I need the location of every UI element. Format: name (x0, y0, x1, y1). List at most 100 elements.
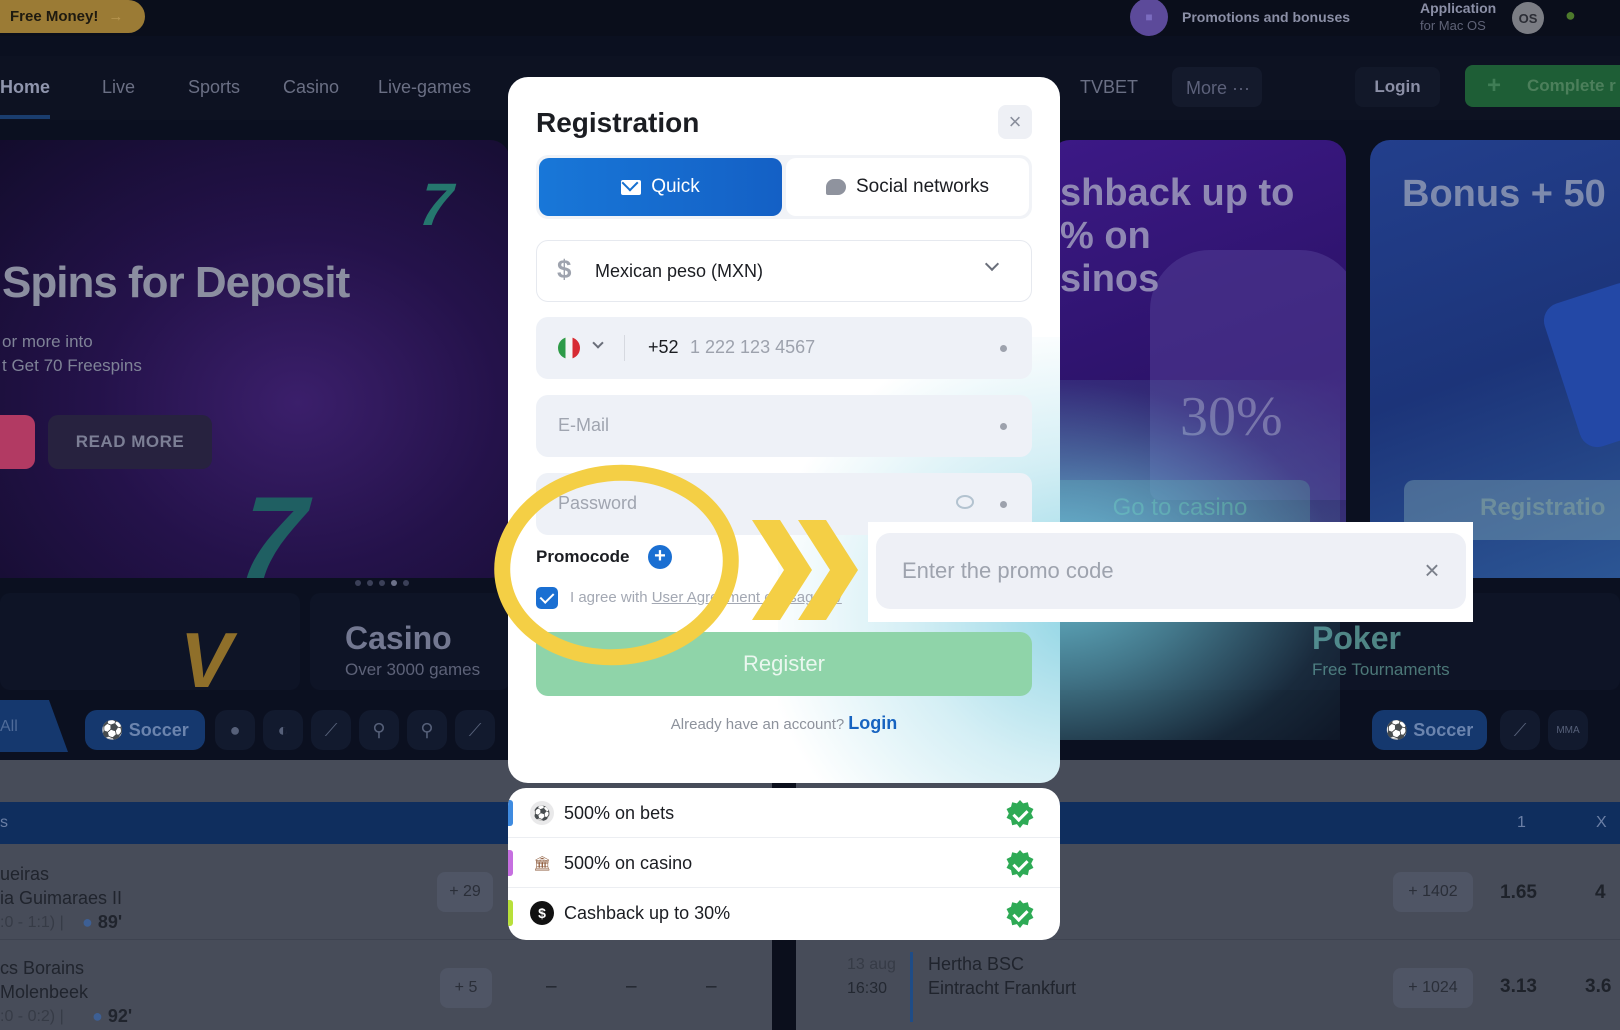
table-tennis-chip[interactable]: ⚲ (407, 710, 447, 750)
phone-placeholder[interactable]: 1 222 123 4567 (690, 337, 815, 358)
clear-promo-button[interactable]: × (1414, 552, 1450, 588)
banner-cta-button[interactable] (0, 415, 35, 469)
arrow-right-icon: → (108, 8, 124, 25)
login-link[interactable]: Login (848, 713, 897, 733)
match-minute: ● 89' (82, 912, 122, 933)
read-more-button[interactable]: READ MORE (48, 415, 212, 469)
carousel-dot[interactable] (379, 580, 385, 586)
agree-text: I agree with User Agreement of usage 1v (570, 589, 842, 606)
mma-chip[interactable]: MMA (1548, 710, 1588, 750)
odd-2[interactable]: – (706, 976, 717, 998)
header-login-button[interactable]: Login (1355, 67, 1440, 107)
bonus-label: Cashback up to 30% (564, 903, 731, 923)
bonus-item[interactable]: ⚽ 500% on bets (508, 788, 1060, 838)
bonus-stripe (508, 900, 513, 926)
more-markets-button[interactable]: + 1024 (1393, 968, 1473, 1008)
free-money-button[interactable]: Free Money! → (0, 0, 145, 33)
complete-registration-label: Complete r (1527, 76, 1616, 95)
top-bar: Free Money! → ■ Promotions and bonuses Ap… (0, 0, 1620, 36)
currency-select[interactable]: $ Mexican peso (MXN) (536, 240, 1032, 302)
envelope-icon (621, 179, 642, 195)
tab-social-label: Social networks (855, 176, 990, 197)
soccer-ball-icon: ⚽ (530, 801, 554, 825)
odd-x[interactable]: 4 (1595, 882, 1606, 904)
baseball-chip[interactable]: ⟋ (311, 710, 351, 750)
nav-live-games[interactable]: Live-games (378, 77, 471, 98)
soccer-chip-right[interactable]: ⚽ Soccer (1372, 710, 1487, 750)
tab-social-networks[interactable]: Social networks (786, 158, 1029, 216)
eye-icon[interactable] (956, 495, 974, 509)
odd-1[interactable]: 3.13 (1500, 976, 1537, 998)
match-date: 13 aug (847, 956, 896, 973)
cricket-chip-right[interactable]: ⟋ (1500, 710, 1540, 750)
team-2: Eintracht Frankfurt (928, 978, 1077, 998)
nav-sports[interactable]: Sports (188, 77, 240, 98)
more-markets-button[interactable]: + 5 (440, 968, 492, 1008)
odd-x[interactable]: – (626, 976, 637, 998)
chevron-down-icon (984, 256, 1000, 272)
macos-icon[interactable]: OS (1512, 2, 1544, 34)
nav-live[interactable]: Live (102, 77, 135, 98)
email-field[interactable]: E-Mail (536, 395, 1032, 457)
carousel-dot[interactable] (403, 580, 409, 586)
odd-1[interactable]: – (546, 976, 557, 998)
add-promocode-button[interactable]: + (648, 545, 672, 569)
banner-title: Spins for Deposit (2, 258, 350, 307)
user-agreement-link[interactable]: User Agreement of usage 1v (652, 589, 842, 606)
carousel-dot[interactable] (355, 580, 361, 586)
basketball-chip[interactable]: ● (215, 710, 255, 750)
table-tennis-icon: ⚲ (420, 719, 434, 740)
bonus-label: 500% on bets (564, 803, 675, 823)
close-icon: × (1424, 555, 1440, 585)
close-button[interactable]: × (998, 105, 1032, 139)
have-account-text: Already have an account? Login (508, 713, 1060, 734)
promocode-label[interactable]: Promocode (536, 547, 630, 567)
team-1: cs Borains (0, 958, 85, 978)
required-indicator (1000, 345, 1007, 352)
promotions-link[interactable]: ■ Promotions and bonuses (1130, 0, 1350, 36)
nav-tvbet[interactable]: TVBET (1080, 77, 1138, 98)
nav-home[interactable]: Home (0, 77, 50, 98)
close-icon: × (1008, 109, 1022, 134)
table-row[interactable]: cs Borains Molenbeek :0 - 0:2) | ● 92' +… (0, 940, 1620, 1030)
mexico-flag-icon[interactable] (558, 337, 580, 359)
chevron-down-icon[interactable] (592, 337, 604, 349)
carousel-dots (355, 580, 409, 586)
register-button[interactable]: Register (536, 632, 1032, 696)
table-header-title: s (0, 814, 8, 831)
hockey-chip[interactable]: ◐ (263, 710, 303, 750)
promo-code-input[interactable] (876, 533, 1466, 609)
carousel-dot-active[interactable] (391, 580, 397, 586)
complete-registration-button[interactable]: + Complete r (1465, 65, 1620, 107)
tennis-chip[interactable]: ⚲ (359, 710, 399, 750)
seven-decoration: 7 (222, 472, 325, 578)
odd-1[interactable]: 1.65 (1500, 882, 1537, 904)
tab-quick[interactable]: Quick (539, 158, 782, 216)
soccer-chip[interactable]: ⚽ Soccer (85, 710, 205, 750)
app-download-link[interactable]: Application for Mac OS (1420, 0, 1496, 34)
more-markets-button[interactable]: + 1402 (1393, 872, 1473, 912)
banner-cashback[interactable]: 30% shback up to % on sinos Go to casino (1050, 140, 1346, 578)
nav-casino[interactable]: Casino (283, 77, 339, 98)
promo-code-callout: × (868, 522, 1473, 622)
more-markets-button[interactable]: + 29 (437, 872, 493, 912)
nav-more-button[interactable]: More ··· (1172, 67, 1262, 107)
odd-x[interactable]: 3.6 (1585, 976, 1611, 998)
bonus-item[interactable]: 🏛 500% on casino (508, 838, 1060, 888)
banner-subtitle-line: or more into (2, 332, 93, 351)
bonus-item[interactable]: $ Cashback up to 30% (508, 888, 1060, 938)
clock-icon: ● (82, 912, 93, 932)
banner-bonus[interactable]: Bonus + 50 Registratio (1370, 140, 1620, 578)
banner-freespins[interactable]: 7 7 Spins for Deposit or more into t Get… (0, 140, 510, 578)
tab-quick-label: Quick (651, 176, 700, 197)
tile-vip[interactable] (0, 593, 300, 690)
cricket-chip[interactable]: ⟋ (455, 710, 495, 750)
phone-field[interactable]: +52 1 222 123 4567 (536, 317, 1032, 379)
match-minute-value: 92' (107, 1006, 133, 1026)
carousel-dot[interactable] (367, 580, 373, 586)
casino-building-icon: 🏛 (533, 855, 551, 871)
basketball-icon: ● (229, 719, 241, 740)
agree-checkbox[interactable] (536, 587, 558, 609)
match-score: :0 - 1:1) | (0, 914, 64, 931)
android-icon[interactable]: ● (1565, 5, 1576, 26)
